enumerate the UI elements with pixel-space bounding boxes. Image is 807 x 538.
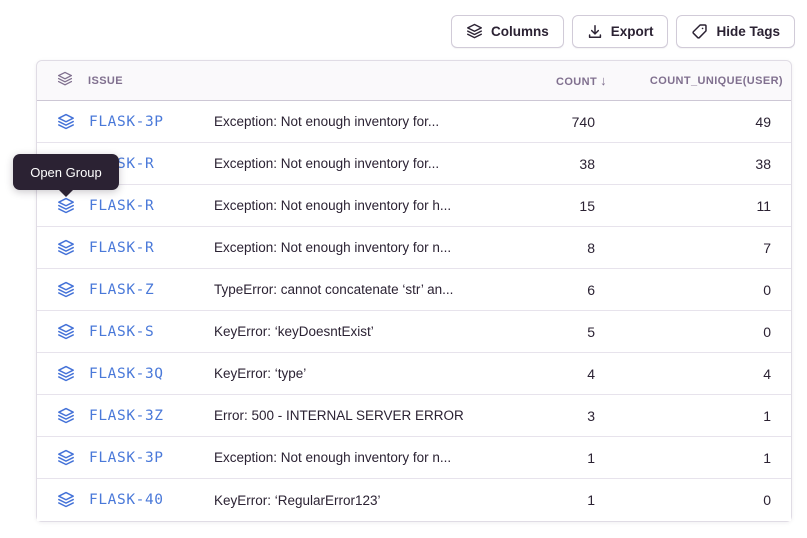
count-unique-value: 0 (615, 324, 791, 340)
count-unique-value: 7 (615, 240, 791, 256)
column-header-count-unique[interactable]: COUNT_UNIQUE(USER) (615, 75, 791, 87)
count-unique-value: 0 (615, 282, 791, 298)
open-group-layers-icon[interactable] (57, 491, 75, 509)
issue-cell: FLASK-40 (37, 491, 214, 509)
issue-id-link[interactable]: FLASK-3P (89, 450, 164, 466)
issue-title: KeyError: ‘RegularError123’ (214, 493, 514, 508)
columns-button[interactable]: Columns (451, 15, 564, 48)
sort-desc-icon: ↓ (600, 73, 607, 88)
issue-cell: FLASK-R (37, 239, 214, 257)
count-value: 740 (514, 114, 615, 130)
issue-id-link[interactable]: FLASK-R (89, 198, 154, 214)
table-body: FLASK-3P Exception: Not enough inventory… (37, 101, 791, 521)
count-unique-value: 49 (615, 114, 791, 130)
column-header-count-unique-label: COUNT_UNIQUE(USER) (650, 75, 783, 87)
issue-id-link[interactable]: FLASK-3Q (89, 366, 164, 382)
issue-id-link[interactable]: FLASK-3Z (89, 408, 164, 424)
open-group-layers-icon[interactable] (57, 407, 75, 425)
column-header-issue[interactable]: ISSUE (37, 71, 214, 90)
count-unique-value: 1 (615, 450, 791, 466)
issue-cell: FLASK-R (37, 197, 214, 215)
tag-icon (691, 23, 708, 40)
issue-cell: FLASK-Z (37, 281, 214, 299)
hide-tags-button-label: Hide Tags (716, 24, 780, 39)
issue-cell: FLASK-3Q (37, 365, 214, 383)
open-group-layers-icon[interactable] (57, 323, 75, 341)
table-row: FLASK-Z TypeError: cannot concatenate ‘s… (37, 269, 791, 311)
open-group-tooltip-label: Open Group (30, 165, 102, 180)
table-row: FLASK-R Exception: Not enough inventory … (37, 185, 791, 227)
table-row: FLASK-S KeyError: ‘keyDoesntExist’ 5 0 (37, 311, 791, 353)
issue-id-link[interactable]: FLASK-3P (89, 114, 164, 130)
count-unique-value: 38 (615, 156, 791, 172)
column-header-issue-label: ISSUE (88, 75, 123, 87)
column-header-count[interactable]: COUNT↓ (514, 73, 615, 88)
issue-cell: FLASK-S (37, 323, 214, 341)
issue-title: Exception: Not enough inventory for... (214, 114, 514, 129)
layers-icon (466, 23, 483, 40)
count-unique-value: 0 (615, 492, 791, 508)
table-row: FLASK-3P Exception: Not enough inventory… (37, 437, 791, 479)
export-button-label: Export (611, 24, 654, 39)
issue-title: Exception: Not enough inventory for n... (214, 450, 514, 465)
table-row: FLASK-40 KeyError: ‘RegularError123’ 1 0 (37, 479, 791, 521)
download-icon (587, 24, 603, 40)
toolbar: Columns Export Hide Tags (451, 15, 795, 48)
issue-id-link[interactable]: FLASK-40 (89, 492, 164, 508)
issue-title: KeyError: ‘keyDoesntExist’ (214, 324, 514, 339)
issue-cell: FLASK-3Z (37, 407, 214, 425)
open-group-layers-icon[interactable] (57, 281, 75, 299)
column-header-count-label: COUNT (556, 76, 597, 88)
issue-id-link[interactable]: FLASK-R (89, 240, 154, 256)
table-row: FLASK-3Q KeyError: ‘type’ 4 4 (37, 353, 791, 395)
hide-tags-button[interactable]: Hide Tags (676, 15, 795, 48)
page: { "colors": { "link_blue": "#4a79d9", "t… (0, 0, 807, 538)
table-header-row: ISSUE COUNT↓ COUNT_UNIQUE(USER) (37, 61, 791, 101)
table-row: FLASK-R Exception: Not enough inventory … (37, 227, 791, 269)
table-row: FLASK-R Exception: Not enough inventory … (37, 143, 791, 185)
open-group-layers-icon[interactable] (57, 365, 75, 383)
count-value: 6 (514, 282, 615, 298)
count-value: 1 (514, 450, 615, 466)
open-group-tooltip: Open Group (13, 154, 119, 190)
count-value: 1 (514, 492, 615, 508)
open-group-layers-icon[interactable] (57, 197, 75, 215)
columns-button-label: Columns (491, 24, 549, 39)
results-table: ISSUE COUNT↓ COUNT_UNIQUE(USER) FLASK-3P… (36, 60, 792, 522)
open-group-layers-icon[interactable] (57, 113, 75, 131)
count-unique-value: 1 (615, 408, 791, 424)
count-unique-value: 4 (615, 366, 791, 382)
count-value: 4 (514, 366, 615, 382)
table-row: FLASK-3P Exception: Not enough inventory… (37, 101, 791, 143)
count-value: 15 (514, 198, 615, 214)
table-row: FLASK-3Z Error: 500 - INTERNAL SERVER ER… (37, 395, 791, 437)
open-group-layers-icon[interactable] (57, 239, 75, 257)
issue-cell: FLASK-3P (37, 113, 214, 131)
count-value: 8 (514, 240, 615, 256)
issue-id-link[interactable]: FLASK-S (89, 324, 154, 340)
issue-id-link[interactable]: FLASK-Z (89, 282, 154, 298)
issue-title: Error: 500 - INTERNAL SERVER ERROR (214, 408, 514, 423)
count-value: 5 (514, 324, 615, 340)
export-button[interactable]: Export (572, 15, 669, 48)
issue-title: Exception: Not enough inventory for n... (214, 240, 514, 255)
issue-cell: FLASK-3P (37, 449, 214, 467)
issue-title: Exception: Not enough inventory for... (214, 156, 514, 171)
count-value: 38 (514, 156, 615, 172)
layers-icon (57, 71, 73, 90)
issue-title: Exception: Not enough inventory for h... (214, 198, 514, 213)
count-unique-value: 11 (615, 198, 791, 214)
count-value: 3 (514, 408, 615, 424)
issue-title: TypeError: cannot concatenate ‘str’ an..… (214, 282, 514, 297)
issue-title: KeyError: ‘type’ (214, 366, 514, 381)
open-group-layers-icon[interactable] (57, 449, 75, 467)
